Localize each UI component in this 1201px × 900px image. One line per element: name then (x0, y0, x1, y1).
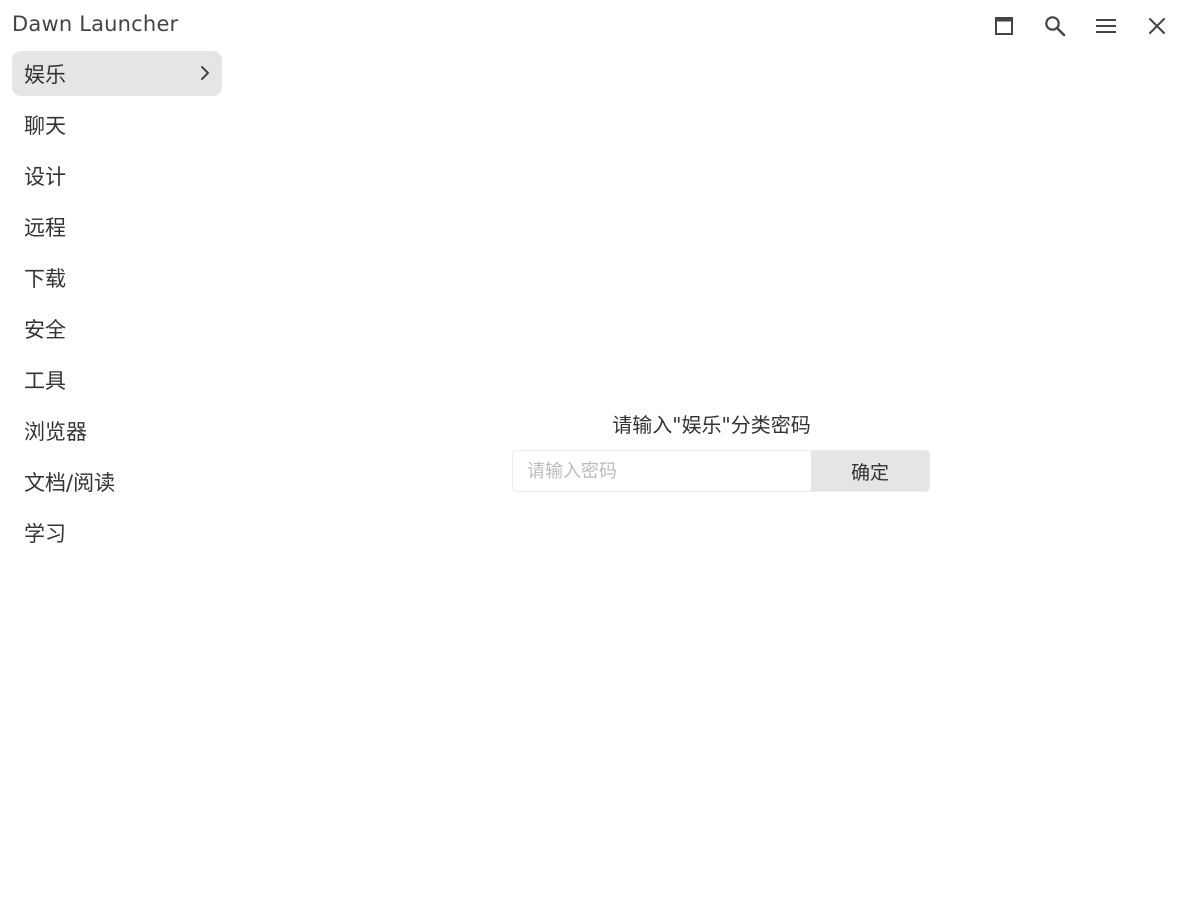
sidebar-item-tools[interactable]: 工具 (12, 357, 222, 402)
app-title: Dawn Launcher (12, 12, 179, 36)
hamburger-menu-icon (1096, 19, 1116, 33)
sidebar-item-learning[interactable]: 学习 (12, 510, 222, 555)
password-form: 确定 (512, 450, 930, 492)
category-sidebar: 娱乐 聊天 设计 远程 下载 安全 工具 浏览器 文档/阅读 学习 (12, 51, 222, 561)
menu-button[interactable] (1088, 8, 1124, 44)
sidebar-item-download[interactable]: 下载 (12, 255, 222, 300)
search-button[interactable] (1037, 8, 1073, 44)
confirm-button[interactable]: 确定 (811, 451, 929, 491)
sidebar-item-security[interactable]: 安全 (12, 306, 222, 351)
sidebar-item-label: 浏览器 (24, 419, 87, 444)
sidebar-item-label: 聊天 (24, 113, 66, 138)
maximize-button[interactable] (986, 8, 1022, 44)
category-content: 请输入"娱乐"分类密码 确定 (222, 51, 1201, 900)
close-icon (1149, 18, 1165, 34)
sidebar-item-label: 娱乐 (24, 62, 66, 87)
sidebar-item-label: 文档/阅读 (24, 470, 116, 495)
password-prompt: 请输入"娱乐"分类密码 (612, 413, 811, 437)
sidebar-item-browser[interactable]: 浏览器 (12, 408, 222, 453)
sidebar-item-label: 设计 (24, 164, 66, 189)
password-input[interactable] (513, 451, 811, 491)
maximize-icon (995, 17, 1013, 35)
sidebar-item-label: 下载 (24, 266, 66, 291)
sidebar-item-design[interactable]: 设计 (12, 153, 222, 198)
launcher-window: Dawn Launcher 娱乐 聊天 设计 远程 下载 安全 工具 浏览器 文… (0, 0, 1201, 900)
close-button[interactable] (1139, 8, 1175, 44)
sidebar-item-chat[interactable]: 聊天 (12, 102, 222, 147)
sidebar-item-label: 安全 (24, 317, 66, 342)
search-icon (1045, 16, 1066, 37)
sidebar-item-label: 学习 (24, 521, 66, 546)
titlebar-actions (981, 8, 1201, 44)
sidebar-item-remote[interactable]: 远程 (12, 204, 222, 249)
sidebar-item-label: 工具 (24, 368, 66, 393)
sidebar-item-label: 远程 (24, 215, 66, 240)
sidebar-item-documents[interactable]: 文档/阅读 (12, 459, 222, 504)
sidebar-item-entertainment[interactable]: 娱乐 (12, 51, 222, 96)
chevron-right-icon (201, 66, 209, 80)
